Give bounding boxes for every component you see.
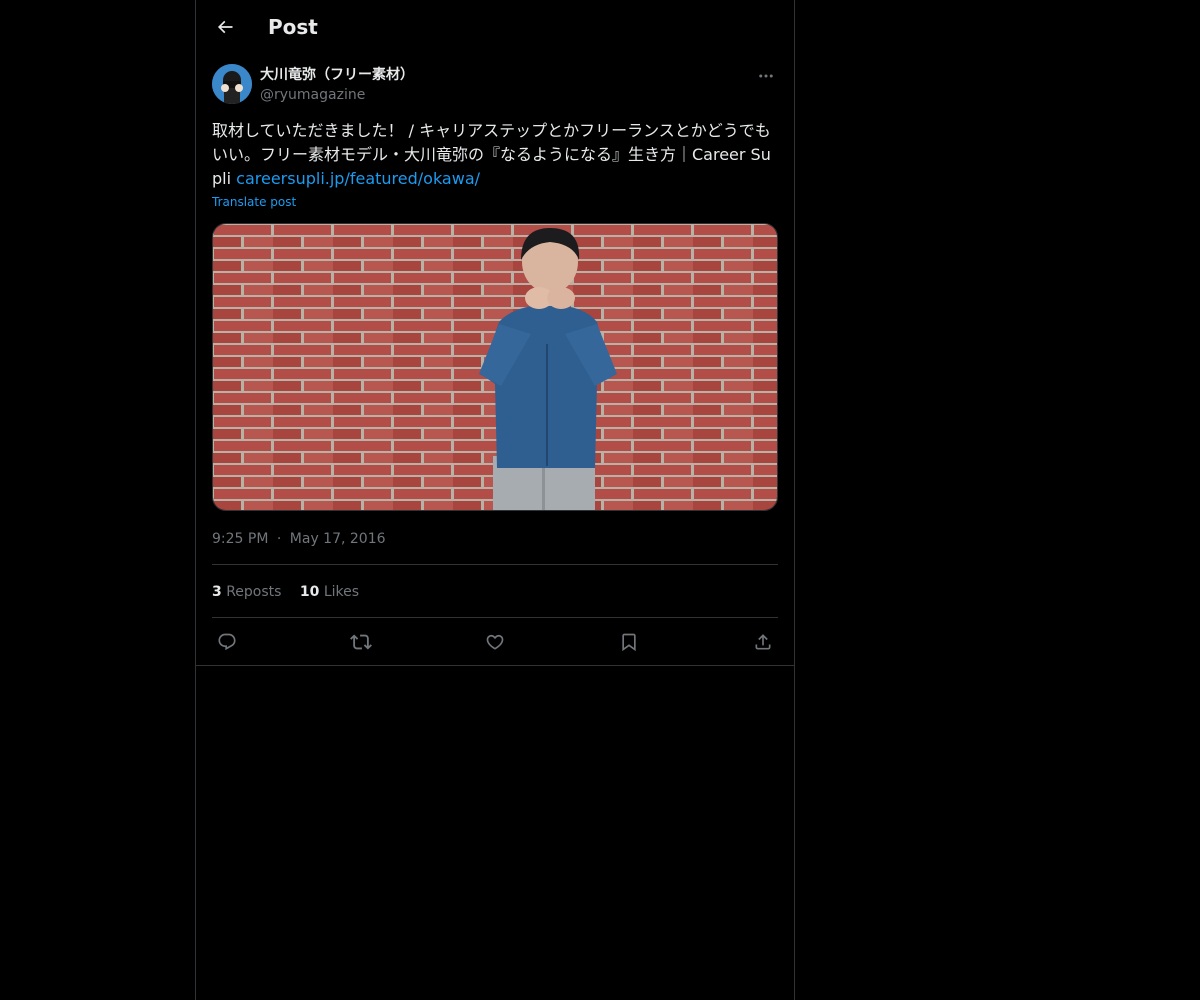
more-horizontal-icon [759, 74, 773, 78]
likes-stat[interactable]: 10 Likes [300, 582, 359, 602]
more-options-button[interactable] [754, 66, 778, 86]
reposts-stat[interactable]: 3 Reposts [212, 582, 281, 602]
bookmark-button[interactable] [617, 630, 641, 654]
repost-icon [350, 634, 372, 650]
post-text: 取材していただきました！ / キャリアステップとかフリーランスとかどうでもいい。… [212, 119, 778, 191]
bookmark-icon [622, 633, 636, 652]
translate-post-link[interactable]: Translate post [212, 194, 296, 210]
avatar[interactable] [212, 64, 252, 104]
post-stats: 3 Reposts 10 Likes [212, 582, 373, 602]
reply-icon [218, 633, 236, 651]
page-title: Post [268, 15, 318, 39]
divider [212, 564, 778, 565]
likes-count: 10 [299, 584, 320, 600]
post-media-photo[interactable] [212, 223, 778, 511]
likes-label: Likes [323, 584, 360, 600]
like-button[interactable] [483, 630, 507, 654]
avatar-image [212, 64, 252, 104]
primary-column: Post 大川竜弥（フリー素材） @ryumagazine 取材していただきまし… [195, 0, 795, 1000]
post-time[interactable]: 9:25 PM [212, 531, 268, 547]
post-actions-bar [212, 630, 778, 654]
arrow-left-icon [217, 20, 233, 34]
post-timestamp: 9:25 PM · May 17, 2016 [212, 529, 386, 549]
page-header: Post [196, 0, 794, 54]
back-button[interactable] [208, 10, 242, 44]
share-button[interactable] [751, 630, 775, 654]
heart-icon [486, 634, 504, 650]
reposts-label: Reposts [226, 584, 282, 600]
reposts-count: 3 [212, 584, 222, 600]
divider [196, 665, 794, 666]
share-icon [755, 634, 771, 650]
repost-button[interactable] [349, 630, 373, 654]
author-handle[interactable]: @ryumagazine [260, 85, 365, 105]
author-display-name[interactable]: 大川竜弥（フリー素材） [260, 65, 414, 85]
timestamp-separator: · [276, 531, 282, 547]
photo-image [213, 224, 777, 510]
post-link[interactable]: careersupli.jp/featured/okawa/ [236, 169, 480, 188]
post-date[interactable]: May 17, 2016 [290, 531, 386, 547]
reply-button[interactable] [215, 630, 239, 654]
divider [212, 617, 778, 618]
